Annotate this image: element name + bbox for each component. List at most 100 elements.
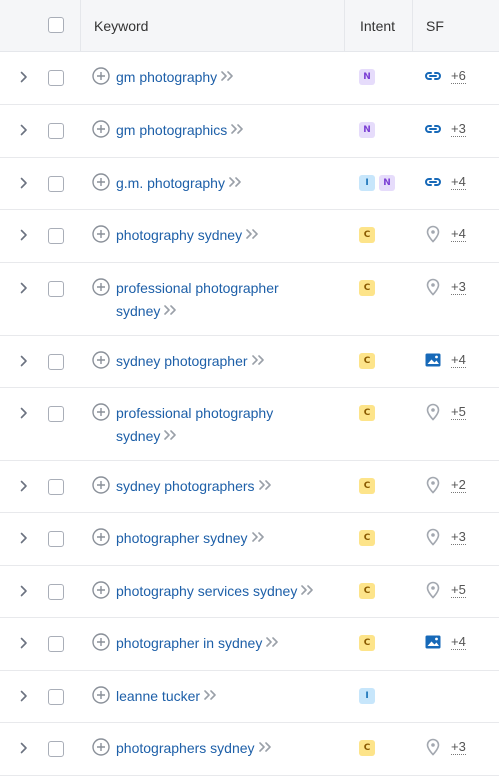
keyword-link[interactable]: sydney photographers [116, 478, 255, 494]
double-chevron-right-icon[interactable] [221, 68, 235, 86]
link-icon[interactable] [423, 119, 443, 139]
intent-badge-n[interactable]: N [359, 69, 375, 85]
chevron-right-icon[interactable] [20, 71, 30, 83]
intent-badge-n[interactable]: N [379, 175, 395, 191]
location-pin-icon[interactable] [423, 580, 443, 600]
sf-more-count[interactable]: +4 [451, 352, 466, 368]
column-header-keyword[interactable]: Keyword [80, 0, 344, 51]
intent-badge-c[interactable]: C [359, 353, 375, 369]
intent-badge-c[interactable]: C [359, 635, 375, 651]
select-all-checkbox[interactable] [48, 17, 64, 33]
row-checkbox[interactable] [48, 531, 64, 547]
intent-badge-c[interactable]: C [359, 740, 375, 756]
location-pin-icon[interactable] [423, 277, 443, 297]
sf-more-count[interactable]: +5 [451, 404, 466, 420]
intent-badge-c[interactable]: C [359, 227, 375, 243]
location-pin-icon[interactable] [423, 224, 443, 244]
double-chevron-right-icon[interactable] [164, 302, 178, 320]
row-checkbox[interactable] [48, 123, 64, 139]
row-checkbox[interactable] [48, 354, 64, 370]
keyword-link[interactable]: gm photography [116, 69, 217, 85]
double-chevron-right-icon[interactable] [251, 529, 266, 547]
intent-badge-c[interactable]: C [359, 530, 375, 546]
keyword-link[interactable]: gm photographics [116, 122, 227, 138]
sf-more-count[interactable]: +5 [451, 582, 466, 598]
link-icon[interactable] [423, 66, 443, 86]
keyword-link[interactable]: photography sydney [116, 227, 242, 243]
chevron-right-icon[interactable] [20, 124, 30, 136]
add-to-list-icon[interactable] [92, 403, 110, 421]
double-chevron-right-icon[interactable] [266, 634, 280, 652]
sf-more-count[interactable]: +3 [451, 121, 466, 137]
intent-badge-c[interactable]: C [359, 478, 375, 494]
sf-more-count[interactable]: +4 [451, 634, 466, 650]
sf-more-count[interactable]: +4 [451, 174, 466, 190]
double-chevron-right-icon[interactable] [258, 477, 273, 495]
intent-badge-c[interactable]: C [359, 583, 375, 599]
column-header-sf[interactable]: SF [412, 0, 499, 51]
row-checkbox[interactable] [48, 479, 64, 495]
image-icon[interactable] [423, 350, 443, 370]
chevron-right-icon[interactable] [20, 355, 30, 367]
row-checkbox[interactable] [48, 584, 64, 600]
keyword-link[interactable]: g.m. photography [116, 175, 225, 191]
row-checkbox[interactable] [48, 281, 64, 297]
double-chevron-right-icon[interactable] [301, 582, 315, 600]
keyword-link[interactable]: photographer in sydney [116, 635, 262, 651]
chevron-right-icon[interactable] [20, 585, 30, 597]
double-chevron-right-icon[interactable] [229, 174, 243, 192]
row-checkbox[interactable] [48, 406, 64, 422]
chevron-right-icon[interactable] [20, 177, 30, 189]
chevron-right-icon[interactable] [20, 742, 30, 754]
add-to-list-icon[interactable] [92, 173, 110, 191]
double-chevron-right-icon[interactable] [164, 427, 178, 445]
link-icon[interactable] [423, 172, 443, 192]
intent-badge-c[interactable]: C [359, 405, 375, 421]
chevron-right-icon[interactable] [20, 690, 30, 702]
sf-more-count[interactable]: +3 [451, 279, 466, 295]
double-chevron-right-icon[interactable] [204, 687, 218, 705]
sf-more-count[interactable]: +4 [451, 226, 466, 242]
row-checkbox[interactable] [48, 636, 64, 652]
double-chevron-right-icon[interactable] [251, 352, 266, 370]
double-chevron-right-icon[interactable] [246, 226, 260, 244]
sf-more-count[interactable]: +3 [451, 529, 466, 545]
add-to-list-icon[interactable] [92, 476, 110, 494]
chevron-right-icon[interactable] [20, 407, 30, 419]
keyword-link[interactable]: photography services sydney [116, 583, 297, 599]
add-to-list-icon[interactable] [92, 67, 110, 85]
chevron-right-icon[interactable] [20, 229, 30, 241]
keyword-link[interactable]: leanne tucker [116, 688, 200, 704]
image-icon[interactable] [423, 632, 443, 652]
keyword-link-line2[interactable]: sydney [116, 428, 160, 444]
intent-badge-i[interactable]: I [359, 688, 375, 704]
add-to-list-icon[interactable] [92, 278, 110, 296]
chevron-right-icon[interactable] [20, 282, 30, 294]
keyword-link[interactable]: photographer sydney [116, 530, 248, 546]
add-to-list-icon[interactable] [92, 581, 110, 599]
keyword-link[interactable]: sydney photographer [116, 353, 248, 369]
sf-more-count[interactable]: +3 [451, 739, 466, 755]
add-to-list-icon[interactable] [92, 225, 110, 243]
add-to-list-icon[interactable] [92, 120, 110, 138]
double-chevron-right-icon[interactable] [231, 121, 245, 139]
chevron-right-icon[interactable] [20, 532, 30, 544]
keyword-link[interactable]: professional photographer [116, 280, 279, 296]
keyword-link[interactable]: professional photography [116, 405, 273, 421]
keyword-link[interactable]: photographers sydney [116, 740, 255, 756]
row-checkbox[interactable] [48, 228, 64, 244]
row-checkbox[interactable] [48, 70, 64, 86]
add-to-list-icon[interactable] [92, 686, 110, 704]
sf-more-count[interactable]: +6 [451, 68, 466, 84]
location-pin-icon[interactable] [423, 737, 443, 757]
add-to-list-icon[interactable] [92, 351, 110, 369]
location-pin-icon[interactable] [423, 475, 443, 495]
double-chevron-right-icon[interactable] [258, 739, 273, 757]
location-pin-icon[interactable] [423, 527, 443, 547]
add-to-list-icon[interactable] [92, 738, 110, 756]
sf-more-count[interactable]: +2 [451, 477, 466, 493]
add-to-list-icon[interactable] [92, 528, 110, 546]
row-checkbox[interactable] [48, 741, 64, 757]
add-to-list-icon[interactable] [92, 633, 110, 651]
column-header-intent[interactable]: Intent [344, 0, 412, 51]
